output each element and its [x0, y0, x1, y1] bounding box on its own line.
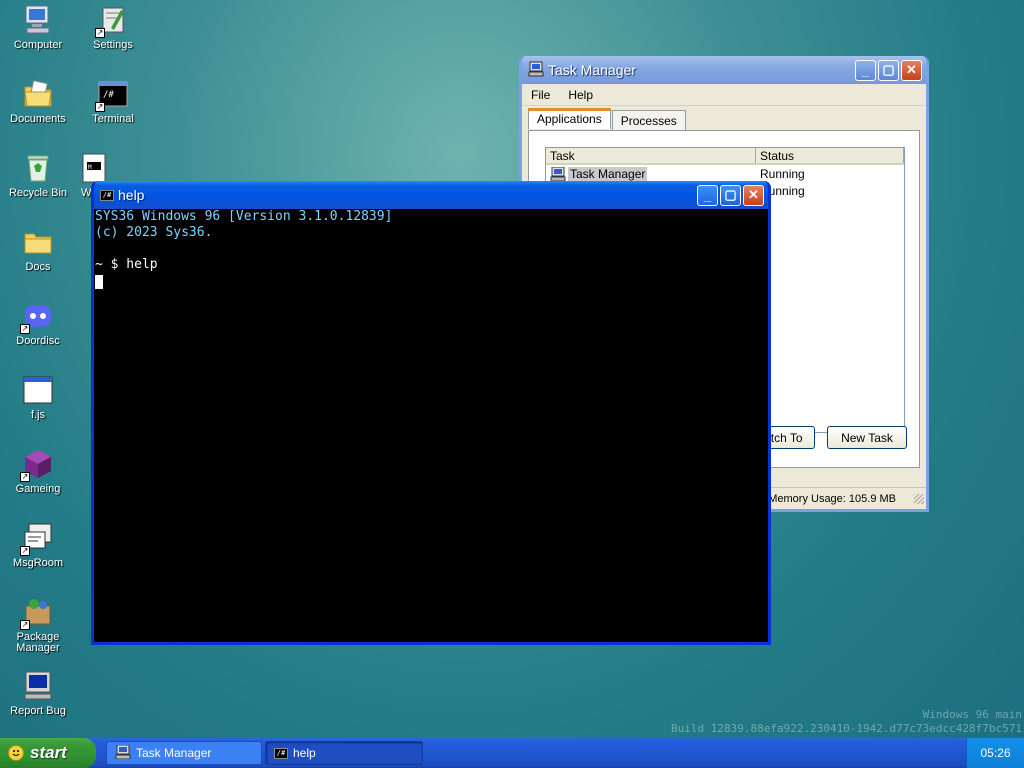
- terminal-prompt: ~ $ help: [95, 257, 158, 272]
- start-label: start: [30, 743, 67, 762]
- terminal-icon: /# ↗: [95, 78, 129, 112]
- smiley-icon: [8, 745, 24, 761]
- desktop-icon-docs[interactable]: Docs: [3, 226, 73, 273]
- svg-text:M: M: [88, 164, 92, 171]
- desktop-icon-terminal[interactable]: /# ↗ Terminal: [78, 78, 148, 125]
- task-manager-app-icon: [528, 61, 544, 80]
- task-list-header: Task Status: [546, 148, 904, 165]
- desktop-icon-doordisc[interactable]: ↗ Doordisc: [3, 300, 73, 347]
- task-manager-title: Task Manager: [548, 62, 636, 78]
- recycle-bin-icon: [22, 152, 54, 184]
- close-button[interactable]: ✕: [743, 184, 764, 206]
- svg-text:/#: /#: [103, 90, 114, 100]
- minimize-button[interactable]: _: [697, 184, 718, 206]
- desktop-icon-package-manager[interactable]: ↗ Package Manager: [3, 596, 73, 654]
- menu-bar: File Help: [522, 84, 926, 106]
- terminal-app-icon: /#: [100, 189, 114, 201]
- terminal-taskbar-icon: /#: [274, 747, 288, 759]
- task-manager-taskbar-icon: [115, 744, 131, 762]
- settings-icon: ↗: [95, 4, 129, 38]
- cube-icon: ↗: [20, 448, 54, 482]
- close-button[interactable]: ✕: [901, 59, 922, 81]
- maximize-button[interactable]: ▢: [878, 59, 899, 81]
- taskbar-item-label: Task Manager: [136, 746, 212, 760]
- package-icon: ↗: [20, 596, 54, 630]
- desktop-icon-report-bug[interactable]: Report Bug: [3, 670, 73, 717]
- tab-strip: Applications Processes: [528, 108, 687, 131]
- taskbar-item-label: help: [293, 746, 316, 760]
- desktop-icon-settings[interactable]: ↗ Settings: [78, 4, 148, 51]
- documents-folder-icon: [22, 78, 54, 110]
- watermark-line: Windows 96 main: [922, 708, 1022, 721]
- minimize-button[interactable]: _: [855, 59, 876, 81]
- table-row[interactable]: Task Manager Running: [546, 165, 904, 182]
- doordisc-icon: ↗: [20, 300, 54, 334]
- new-task-button[interactable]: New Task: [827, 426, 907, 449]
- task-name: Task Manager: [568, 166, 648, 181]
- resize-grip-icon[interactable]: [914, 493, 924, 504]
- start-button[interactable]: start: [0, 738, 96, 768]
- desktop-icon-msgroom[interactable]: ↗ MsgRoom: [3, 522, 73, 569]
- taskbar-item-task-manager[interactable]: Task Manager: [106, 741, 262, 765]
- column-status[interactable]: Status: [756, 148, 904, 163]
- memory-usage: Memory Usage: 105.9 MB: [761, 488, 912, 509]
- tab-applications[interactable]: Applications: [528, 108, 611, 129]
- terminal-cursor[interactable]: [95, 275, 103, 289]
- menu-file[interactable]: File: [522, 88, 559, 102]
- terminal-output[interactable]: SYS36 Windows 96 [Version 3.1.0.12839] (…: [94, 209, 768, 294]
- computer-icon: [22, 4, 54, 36]
- system-tray: 05:26: [966, 738, 1024, 768]
- terminal-titlebar[interactable]: /# help _ ▢ ✕: [94, 181, 768, 209]
- column-task[interactable]: Task: [546, 148, 756, 163]
- task-manager-titlebar[interactable]: Task Manager _ ▢ ✕: [522, 56, 926, 84]
- task-icon: [550, 166, 566, 181]
- desktop-icon-computer[interactable]: Computer: [3, 4, 73, 51]
- tab-processes[interactable]: Processes: [611, 110, 686, 131]
- text-editor-icon: M: [78, 152, 108, 184]
- clock[interactable]: 05:26: [980, 746, 1010, 760]
- terminal-line: SYS36 Windows 96 [Version 3.1.0.12839]: [95, 209, 393, 224]
- desktop-icon-fjs[interactable]: f.js: [3, 374, 73, 421]
- terminal-line: (c) 2023 Sys36.: [95, 225, 213, 240]
- msgroom-icon: ↗: [20, 522, 54, 556]
- taskbar: start Task Manager /# help 05:26: [0, 738, 1024, 768]
- menu-help[interactable]: Help: [559, 88, 602, 102]
- taskbar-item-help[interactable]: /# help: [265, 741, 423, 765]
- terminal-title: help: [118, 187, 145, 203]
- report-bug-icon: [22, 670, 54, 702]
- watermark-line: Build 12839.88efa922.230410-1942.d77c73e…: [671, 722, 1022, 735]
- desktop-icon-documents[interactable]: Documents: [3, 78, 73, 125]
- folder-icon: [22, 226, 54, 258]
- desktop-icon-gameing[interactable]: ↗ Gameing: [3, 448, 73, 495]
- window-file-icon: [22, 374, 54, 406]
- maximize-button[interactable]: ▢: [720, 184, 741, 206]
- task-status: Running: [760, 166, 805, 181]
- terminal-window[interactable]: /# help _ ▢ ✕ SYS36 Windows 96 [Version …: [91, 181, 771, 645]
- desktop-icon-recycle-bin[interactable]: Recycle Bin: [3, 152, 73, 199]
- build-watermark: Windows 96 main Build 12839.88efa922.230…: [671, 708, 1022, 736]
